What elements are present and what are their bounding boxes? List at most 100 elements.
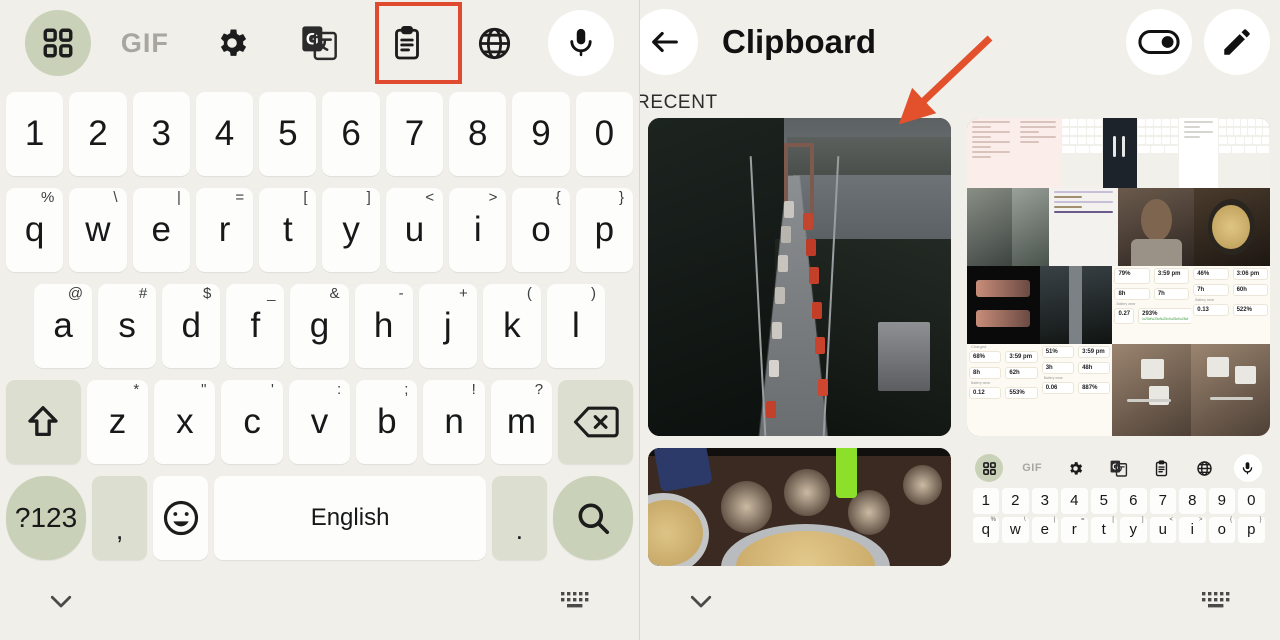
toolbar-item-globe[interactable] xyxy=(450,10,537,76)
key-q[interactable]: % q xyxy=(6,188,64,272)
search-key[interactable] xyxy=(552,476,633,560)
key-0[interactable]: 0 xyxy=(575,92,633,176)
key-sup: > xyxy=(488,189,498,206)
key-a[interactable]: @ a xyxy=(34,284,93,368)
mini-key-o[interactable]: {o xyxy=(1208,516,1235,543)
key-g[interactable]: & g xyxy=(290,284,349,368)
key-c[interactable]: ' c xyxy=(221,380,283,464)
keyboard-switch-button[interactable] xyxy=(559,588,593,619)
space-key[interactable]: English xyxy=(214,476,486,560)
clip-screenshot-collage[interactable]: 79% 3:59 pm 8h 7h Battery wear 0.27 293%… xyxy=(967,118,1270,436)
key-y[interactable]: ] y xyxy=(322,188,380,272)
clip-bridge-photo[interactable] xyxy=(648,118,951,436)
period-key[interactable]: . xyxy=(491,476,547,560)
key-d[interactable]: $ d xyxy=(162,284,221,368)
mini-key-4[interactable]: 4 xyxy=(1061,487,1088,514)
key-t[interactable]: [t xyxy=(259,188,317,272)
key-2[interactable]: 2 xyxy=(69,92,127,176)
key-3[interactable]: 3 xyxy=(132,92,190,176)
key-f[interactable]: _ f xyxy=(226,284,285,368)
toolbar-item-clipboard[interactable] xyxy=(363,10,450,76)
mini-key-5[interactable]: 5 xyxy=(1090,487,1117,514)
key-e[interactable]: | e xyxy=(132,188,190,272)
backspace-key[interactable] xyxy=(558,380,633,464)
key-1[interactable]: 1 xyxy=(6,92,64,176)
toolbar-item-mic[interactable] xyxy=(538,10,625,76)
key-8[interactable]: 8 xyxy=(449,92,507,176)
key-j[interactable]: + j xyxy=(418,284,477,368)
mini-key-i[interactable]: > i xyxy=(1179,516,1206,543)
toolbar-item-gif[interactable]: GIF xyxy=(101,10,188,76)
mini-key-t[interactable]: [t xyxy=(1090,516,1117,543)
key-l[interactable]: ) l xyxy=(546,284,605,368)
mini-key-u[interactable]: < u xyxy=(1149,516,1176,543)
mini-key-9[interactable]: 9 xyxy=(1208,487,1235,514)
key-5[interactable]: 5 xyxy=(259,92,317,176)
mini-key-r[interactable]: = r xyxy=(1061,516,1088,543)
key-b[interactable]: ; b xyxy=(356,380,418,464)
symbols-key[interactable]: ?123 xyxy=(6,476,87,560)
mini-translate-icon[interactable]: G xyxy=(1104,454,1132,482)
key-4[interactable]: 4 xyxy=(195,92,254,176)
key-n[interactable]: ! n xyxy=(423,380,485,464)
key-w[interactable]: \ w xyxy=(69,188,127,272)
key-u[interactable]: < u xyxy=(385,188,444,272)
design-line xyxy=(1053,206,1082,208)
mini-bridge-deck xyxy=(1068,266,1082,344)
key-k[interactable]: (k xyxy=(482,284,541,368)
key-p[interactable]: } p xyxy=(575,188,633,272)
mini-globe-icon[interactable] xyxy=(1191,454,1219,482)
mini-key-8[interactable]: 8 xyxy=(1179,487,1206,514)
shift-key[interactable] xyxy=(6,380,81,464)
mini-key-y[interactable]: ] y xyxy=(1120,516,1147,543)
grid-icon[interactable] xyxy=(24,10,91,76)
mini-clipboard-icon[interactable] xyxy=(1148,454,1176,482)
period-label: . xyxy=(515,515,523,545)
mini-gif-icon[interactable]: GIF xyxy=(1018,454,1046,482)
mini-key-0[interactable]: 0 xyxy=(1238,487,1265,514)
mini-key-6[interactable]: 6 xyxy=(1120,487,1147,514)
toolbar-item-translate[interactable]: G xyxy=(276,10,363,76)
key-m[interactable]: ? m xyxy=(490,380,553,464)
translate-icon[interactable]: G xyxy=(299,23,339,63)
edit-clipboard-button[interactable] xyxy=(1204,9,1270,75)
key-v[interactable]: :v xyxy=(288,380,351,464)
mini-key-2[interactable]: 2 xyxy=(1002,487,1029,514)
mini-key-1[interactable]: 1 xyxy=(972,487,999,514)
mini-key-3[interactable]: 3 xyxy=(1031,487,1058,514)
key-o[interactable]: {o xyxy=(512,188,570,272)
key-7[interactable]: 7 xyxy=(385,92,444,176)
comma-key[interactable]: , xyxy=(92,476,148,560)
back-button[interactable] xyxy=(640,9,698,75)
key-h[interactable]: -h xyxy=(354,284,413,368)
key-x[interactable]: " x xyxy=(154,380,216,464)
clipboard-toggle-button[interactable] xyxy=(1126,9,1192,75)
key-s[interactable]: # s xyxy=(98,284,157,368)
mini-key-p[interactable]: } p xyxy=(1238,516,1265,543)
mini-grid-icon[interactable] xyxy=(975,454,1003,482)
mini-key xyxy=(1241,128,1248,135)
mini-settings-gear-icon[interactable] xyxy=(1061,454,1089,482)
settings-gear-icon[interactable] xyxy=(214,25,250,61)
toolbar-item-grid[interactable] xyxy=(14,10,101,76)
key-z[interactable]: * z xyxy=(86,380,149,464)
clip-food-photo[interactable] xyxy=(648,448,951,566)
mini-key-q[interactable]: % q xyxy=(972,516,999,543)
microphone-icon[interactable] xyxy=(548,10,615,76)
mini-key-7[interactable]: 7 xyxy=(1149,487,1176,514)
globe-icon[interactable] xyxy=(476,25,513,62)
mini-key-e[interactable]: | e xyxy=(1031,516,1058,543)
mini-microphone-icon[interactable] xyxy=(1233,454,1262,482)
key-i[interactable]: > i xyxy=(449,188,507,272)
keyboard-switch-button-right[interactable] xyxy=(1200,588,1234,619)
hide-keyboard-button[interactable] xyxy=(46,586,76,621)
emoji-key[interactable] xyxy=(153,476,209,560)
mini-key-w[interactable]: \ w xyxy=(1002,516,1029,543)
key-r[interactable]: = r xyxy=(195,188,254,272)
toolbar-item-settings[interactable] xyxy=(189,10,276,76)
hide-clipboard-button[interactable] xyxy=(686,586,716,621)
mini-keyboard-preview[interactable]: GIF G 1 2 3 4 5 6 7 8 9 0 % q \ w | e = … xyxy=(967,448,1270,566)
clipboard-icon[interactable] xyxy=(389,25,425,61)
key-9[interactable]: 9 xyxy=(512,92,570,176)
key-6[interactable]: 6 xyxy=(322,92,380,176)
